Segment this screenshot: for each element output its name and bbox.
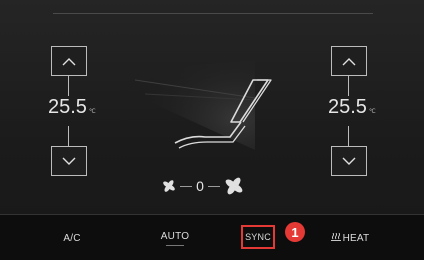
chevron-down-icon [342, 157, 356, 165]
right-temp-down-button[interactable] [331, 146, 367, 176]
auto-label: AUTO [160, 230, 190, 242]
right-temp-unit: ℃ [368, 109, 376, 115]
climate-bottom-bar: A/C AUTO SYNC HEAT [0, 214, 424, 260]
chevron-down-icon [62, 157, 76, 165]
ac-button[interactable]: A/C [52, 215, 92, 260]
top-divider [53, 13, 373, 14]
fan-low-button[interactable] [163, 180, 175, 192]
seat-heat-icon [330, 232, 341, 243]
left-temp-up-button[interactable] [51, 46, 87, 76]
heat-button[interactable]: HEAT [320, 215, 380, 260]
left-temp-unit: ℃ [88, 109, 96, 115]
fan-small-icon [163, 180, 175, 192]
auto-indicator [166, 244, 184, 246]
fan-speed-value: 0 [196, 178, 204, 194]
sync-button[interactable]: SYNC [241, 225, 275, 249]
fan-dash-right [208, 185, 221, 187]
climate-control-screen: 25.5 ℃ 25.5 ℃ 0 A/C AUTO SYNC HEAT 1 [0, 0, 424, 260]
fan-dash-left [179, 185, 192, 187]
right-temp-control: 25.5 ℃ [328, 46, 376, 176]
right-temp-line-top [348, 76, 349, 96]
right-temp-line-bottom [348, 126, 349, 146]
annotation-badge: 1 [285, 222, 305, 242]
right-temp-up-button[interactable] [331, 46, 367, 76]
left-temp-line-bottom [68, 126, 69, 146]
chevron-up-icon [62, 57, 76, 65]
sync-label: SYNC [245, 232, 271, 242]
right-temp-value: 25.5 [328, 96, 367, 118]
ac-label: A/C [63, 232, 81, 244]
left-temp-line-top [68, 76, 69, 96]
fan-high-button[interactable] [225, 177, 243, 195]
heat-label: HEAT [342, 232, 370, 244]
chevron-up-icon [342, 57, 356, 65]
fan-large-icon [225, 177, 243, 195]
left-temp-display: 25.5 ℃ [48, 96, 96, 126]
left-temp-control: 25.5 ℃ [48, 46, 96, 176]
left-temp-value: 25.5 [48, 96, 87, 118]
fan-speed-control: 0 [163, 175, 243, 197]
right-temp-display: 25.5 ℃ [328, 96, 376, 126]
seat-airflow-graphic [134, 40, 295, 170]
auto-button[interactable]: AUTO [150, 215, 200, 260]
left-temp-down-button[interactable] [51, 146, 87, 176]
